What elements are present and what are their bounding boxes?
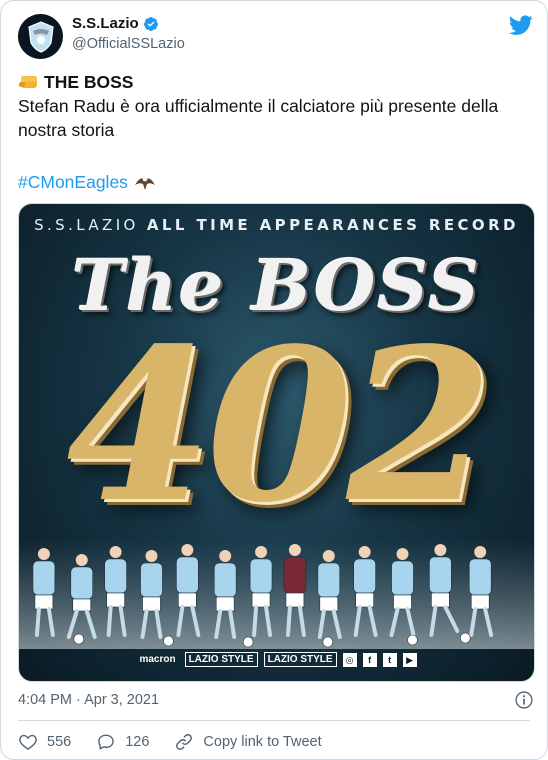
copy-link-label: Copy link to Tweet	[203, 734, 322, 750]
twitter-small-icon: t	[382, 652, 397, 667]
reply-bubble-icon	[98, 734, 114, 750]
tweet-card: S.S.Lazio @OfficialSSLazio THE BOSS Stef…	[0, 0, 548, 760]
tweet-actions: 556 126 Copy link to Tweet	[18, 730, 322, 754]
divider	[18, 720, 530, 721]
display-name[interactable]: S.S.Lazio	[72, 15, 139, 32]
reply-button[interactable]: 126	[96, 732, 149, 752]
youtube-icon: ▶	[402, 652, 417, 667]
oncoming-fist-icon	[19, 76, 37, 88]
copy-link-button[interactable]: Copy link to Tweet	[174, 732, 322, 752]
media-appearance-number: 402	[66, 302, 492, 549]
info-icon[interactable]	[514, 690, 534, 710]
sponsor-bar: macron LAZIO STYLE LAZIO STYLE ◎ f t ▶	[19, 652, 534, 667]
heart-icon	[19, 734, 37, 750]
sponsor-lazio-style-1: LAZIO STYLE	[184, 652, 258, 667]
media-title: S.S.LAZIO ALL TIME APPEARANCES RECORD	[19, 216, 534, 234]
instagram-icon: ◎	[342, 652, 357, 667]
tweet-body: Stefan Radu è ora ufficialmente il calci…	[18, 96, 499, 140]
avatar[interactable]	[18, 14, 63, 59]
hashtag-link[interactable]: #CMonEagles	[18, 170, 128, 194]
facebook-icon: f	[362, 652, 377, 667]
sponsor-lazio-style-2: LAZIO STYLE	[263, 652, 337, 667]
verified-badge-icon	[143, 16, 158, 31]
link-icon	[176, 734, 193, 750]
tweet-headline: THE BOSS	[44, 72, 134, 92]
media-title-prefix: S.S.LAZIO	[34, 216, 139, 234]
eagle-emoji-icon	[134, 176, 155, 190]
tweet-media-image[interactable]: S.S.LAZIO ALL TIME APPEARANCES RECORD Th…	[18, 203, 535, 682]
twitter-bird-icon[interactable]	[509, 13, 533, 37]
tweet-timestamp[interactable]: 4:04 PM · Apr 3, 2021	[18, 692, 159, 708]
like-count: 556	[47, 734, 72, 750]
reply-count: 126	[125, 734, 150, 750]
players-illustration	[19, 539, 534, 649]
author-name-row[interactable]: S.S.Lazio	[72, 15, 159, 32]
sponsor-macron: macron	[139, 654, 176, 665]
media-title-bold: ALL TIME APPEARANCES RECORD	[146, 216, 519, 234]
lazio-crest-icon	[27, 20, 54, 53]
hashtag-row: #CMonEagles	[18, 170, 156, 194]
author-handle[interactable]: @OfficialSSLazio	[72, 36, 185, 52]
tweet-text: THE BOSS Stefan Radu è ora ufficialmente…	[18, 70, 538, 142]
like-button[interactable]: 556	[18, 732, 71, 752]
